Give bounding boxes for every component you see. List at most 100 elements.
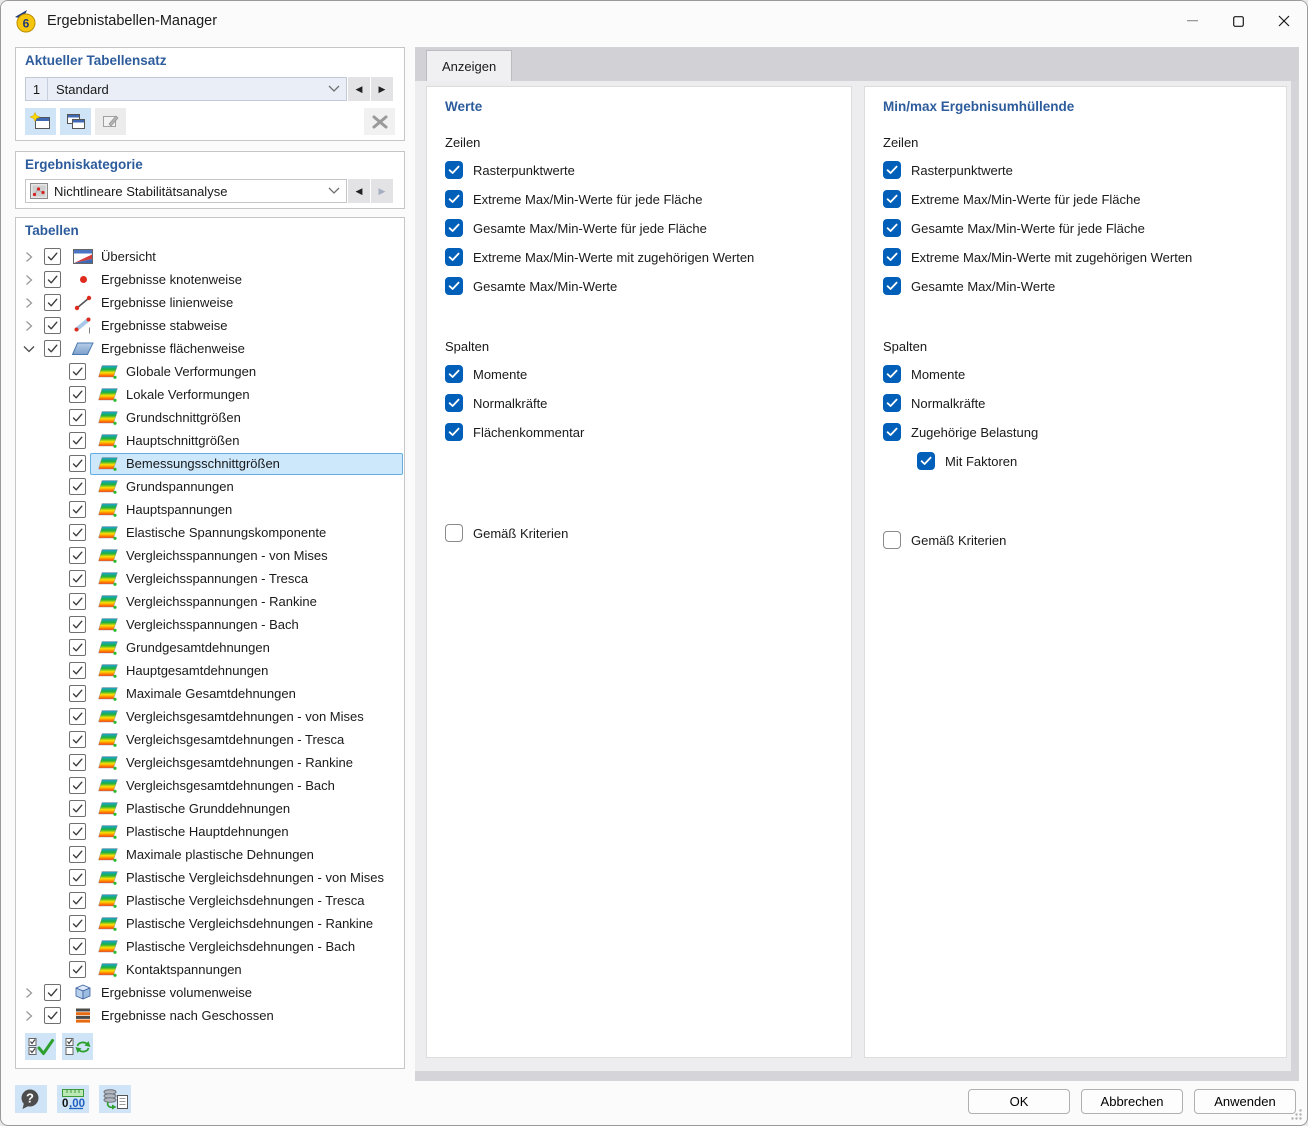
tree-item-checkbox[interactable] xyxy=(69,409,86,426)
tree-item-checkbox[interactable] xyxy=(69,754,86,771)
tree-item-content[interactable]: Vergleichsspannungen - Rankine xyxy=(90,591,403,613)
checkbox-normalkr-fte[interactable] xyxy=(445,394,463,412)
tree-item-content[interactable]: Ergebnisse flächenweise xyxy=(65,338,403,360)
tree-item-content[interactable]: Bemessungsschnittgrößen xyxy=(90,453,403,475)
tree-item-elastische-spannungskomponente[interactable]: Elastische Spannungskomponente xyxy=(17,521,403,544)
tree-item-vergleichsgesamtdehnungen-tresca[interactable]: Vergleichsgesamtdehnungen - Tresca xyxy=(17,728,403,751)
checkbox-gem-kriterien[interactable] xyxy=(883,531,901,549)
chevron-right-icon[interactable] xyxy=(22,987,36,999)
checkbox-rasterpunktwerte[interactable] xyxy=(883,161,901,179)
table-set-prev-button[interactable]: ◀ xyxy=(348,77,370,101)
category-prev-button[interactable]: ◀ xyxy=(348,179,370,203)
chevron-down-icon[interactable] xyxy=(22,345,36,353)
tree-item-globale-verformungen[interactable]: Globale Verformungen xyxy=(17,360,403,383)
tree-item-content[interactable]: Hauptgesamtdehnungen xyxy=(90,660,403,682)
tree-item-content[interactable]: Plastische Vergleichsdehnungen - von Mis… xyxy=(90,867,403,889)
tree-item-checkbox[interactable] xyxy=(69,639,86,656)
tree-item-content[interactable]: Ergebnisse knotenweise xyxy=(65,269,403,291)
checkbox-extreme-max-min-werte-mit-zugeh-rigen-werten[interactable] xyxy=(445,248,463,266)
tree-item-checkbox[interactable] xyxy=(69,501,86,518)
tree-item-content[interactable]: Maximale Gesamtdehnungen xyxy=(90,683,403,705)
tree-item-vergleichsspannungen-tresca[interactable]: Vergleichsspannungen - Tresca xyxy=(17,567,403,590)
tree-item-content[interactable]: Plastische Grunddehnungen xyxy=(90,798,403,820)
tree-item-bemessungsschnittgr-en[interactable]: Bemessungsschnittgrößen xyxy=(17,452,403,475)
tree-item-checkbox[interactable] xyxy=(69,961,86,978)
tree-item-content[interactable]: IErgebnisse stabweise xyxy=(65,315,403,337)
tree-item-content[interactable]: Elastische Spannungskomponente xyxy=(90,522,403,544)
tree-item-vergleichsspannungen-von-mises[interactable]: Vergleichsspannungen - von Mises xyxy=(17,544,403,567)
tree-item-checkbox[interactable] xyxy=(69,478,86,495)
minimize-button[interactable] xyxy=(1169,1,1215,41)
tree-item-hauptspannungen[interactable]: Hauptspannungen xyxy=(17,498,403,521)
table-set-select[interactable]: 1 Standard xyxy=(25,77,347,101)
resize-grip[interactable] xyxy=(1289,1107,1303,1121)
tree-item-plastische-vergleichsdehnungen-rankine[interactable]: Plastische Vergleichsdehnungen - Rankine xyxy=(17,912,403,935)
tree-item-checkbox[interactable] xyxy=(69,800,86,817)
tree-item-plastische-vergleichsdehnungen-von-mises[interactable]: Plastische Vergleichsdehnungen - von Mis… xyxy=(17,866,403,889)
apply-button[interactable]: Anwenden xyxy=(1194,1089,1296,1114)
checkbox-momente[interactable] xyxy=(445,365,463,383)
tree-item-checkbox[interactable] xyxy=(69,708,86,725)
tree-item-grundspannungen[interactable]: Grundspannungen xyxy=(17,475,403,498)
tree-item-bersicht[interactable]: Übersicht xyxy=(17,245,403,268)
invert-table-selection-button[interactable] xyxy=(62,1033,93,1060)
chevron-right-icon[interactable] xyxy=(22,320,36,332)
tree-item-checkbox[interactable] xyxy=(69,777,86,794)
tree-item-hauptschnittgr-en[interactable]: Hauptschnittgrößen xyxy=(17,429,403,452)
tree-item-content[interactable]: Plastische Vergleichsdehnungen - Bach xyxy=(90,936,403,958)
select-all-tables-button[interactable] xyxy=(25,1033,56,1060)
tree-item-checkbox[interactable] xyxy=(44,984,61,1001)
checkbox-normalkr-fte[interactable] xyxy=(883,394,901,412)
tree-item-content[interactable]: Vergleichsspannungen - Tresca xyxy=(90,568,403,590)
checkbox-gesamte-max-min-werte[interactable] xyxy=(883,277,901,295)
checkbox-extreme-max-min-werte-f-r-jede-fl-che[interactable] xyxy=(883,190,901,208)
tree-item-checkbox[interactable] xyxy=(69,455,86,472)
delete-table-set-button[interactable] xyxy=(364,108,395,135)
tree-item-grundgesamtdehnungen[interactable]: Grundgesamtdehnungen xyxy=(17,636,403,659)
tree-item-ergebnisse-nach-geschossen[interactable]: Ergebnisse nach Geschossen xyxy=(17,1004,403,1027)
tree-item-ergebnisse-knotenweise[interactable]: Ergebnisse knotenweise xyxy=(17,268,403,291)
new-table-set-button[interactable] xyxy=(25,108,56,135)
tree-item-content[interactable]: Globale Verformungen xyxy=(90,361,403,383)
tab-anzeigen[interactable]: Anzeigen xyxy=(426,50,512,81)
tree-item-checkbox[interactable] xyxy=(69,363,86,380)
tree-item-checkbox[interactable] xyxy=(69,570,86,587)
tree-item-checkbox[interactable] xyxy=(69,823,86,840)
checkbox-mit-faktoren[interactable] xyxy=(917,452,935,470)
checkbox-gesamte-max-min-werte-f-r-jede-fl-che[interactable] xyxy=(445,219,463,237)
tree-item-content[interactable]: Vergleichsspannungen - von Mises xyxy=(90,545,403,567)
result-category-select[interactable]: Nichtlineare Stabilitätsanalyse xyxy=(25,179,347,203)
chevron-right-icon[interactable] xyxy=(22,1010,36,1022)
checkbox-zugeh-rige-belastung[interactable] xyxy=(883,423,901,441)
tree-item-content[interactable]: Maximale plastische Dehnungen xyxy=(90,844,403,866)
category-next-button[interactable]: ▶ xyxy=(371,179,393,203)
checkbox-extreme-max-min-werte-mit-zugeh-rigen-werten[interactable] xyxy=(883,248,901,266)
tree-item-checkbox[interactable] xyxy=(69,869,86,886)
tree-item-content[interactable]: Ergebnisse volumenweise xyxy=(65,982,403,1004)
tree-item-vergleichsspannungen-bach[interactable]: Vergleichsspannungen - Bach xyxy=(17,613,403,636)
tree-item-content[interactable]: Vergleichsgesamtdehnungen - Rankine xyxy=(90,752,403,774)
rename-table-set-button[interactable] xyxy=(95,108,126,135)
tree-item-content[interactable]: Grundschnittgrößen xyxy=(90,407,403,429)
tree-item-checkbox[interactable] xyxy=(69,662,86,679)
tree-item-maximale-gesamtdehnungen[interactable]: Maximale Gesamtdehnungen xyxy=(17,682,403,705)
tree-item-vergleichsgesamtdehnungen-rankine[interactable]: Vergleichsgesamtdehnungen - Rankine xyxy=(17,751,403,774)
tree-item-grundschnittgr-en[interactable]: Grundschnittgrößen xyxy=(17,406,403,429)
tree-item-checkbox[interactable] xyxy=(69,593,86,610)
tree-item-content[interactable]: Lokale Verformungen xyxy=(90,384,403,406)
tree-item-checkbox[interactable] xyxy=(44,271,61,288)
tree-item-checkbox[interactable] xyxy=(44,248,61,265)
tree-item-checkbox[interactable] xyxy=(44,294,61,311)
tree-item-vergleichsspannungen-rankine[interactable]: Vergleichsspannungen - Rankine xyxy=(17,590,403,613)
tree-item-kontaktspannungen[interactable]: Kontaktspannungen xyxy=(17,958,403,981)
checkbox-gesamte-max-min-werte[interactable] xyxy=(445,277,463,295)
tree-item-checkbox[interactable] xyxy=(69,892,86,909)
tree-item-checkbox[interactable] xyxy=(44,1007,61,1024)
checkbox-gesamte-max-min-werte-f-r-jede-fl-che[interactable] xyxy=(883,219,901,237)
units-settings-button[interactable]: 0 ,00 xyxy=(57,1085,89,1113)
tree-item-checkbox[interactable] xyxy=(69,432,86,449)
ok-button[interactable]: OK xyxy=(968,1089,1070,1114)
tree-item-checkbox[interactable] xyxy=(69,915,86,932)
tree-item-content[interactable]: Vergleichsspannungen - Bach xyxy=(90,614,403,636)
tree-item-checkbox[interactable] xyxy=(44,317,61,334)
